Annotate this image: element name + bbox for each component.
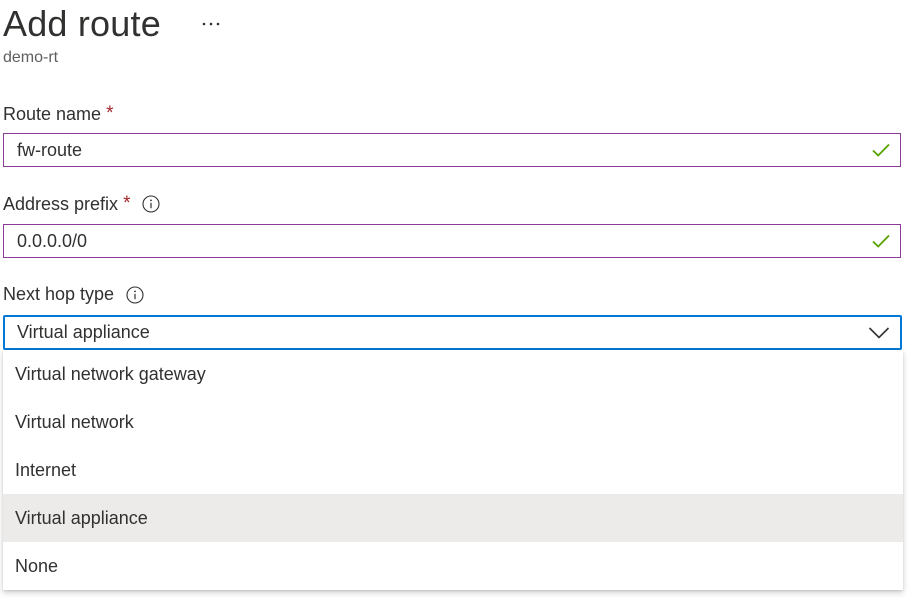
page-title: Add route — [3, 3, 161, 44]
option-virtual-appliance[interactable]: Virtual appliance — [3, 494, 903, 542]
info-icon[interactable] — [126, 285, 144, 304]
route-name-label-text: Route name — [3, 103, 102, 124]
route-name-field[interactable]: fw-route — [3, 133, 901, 167]
page-subtitle: demo-rt — [3, 49, 59, 66]
ellipsis-icon — [202, 22, 220, 26]
more-actions-button[interactable] — [197, 10, 225, 38]
checkmark-icon — [871, 231, 891, 251]
option-virtual-network-gateway[interactable]: Virtual network gateway — [3, 350, 903, 398]
required-indicator: * — [123, 193, 131, 214]
add-route-blade: Add route demo-rt Route name * fw-route … — [0, 0, 914, 603]
next-hop-type-dropdown[interactable]: Virtual appliance — [3, 315, 902, 350]
page-header: Add route — [3, 2, 225, 46]
required-indicator: * — [106, 103, 114, 124]
chevron-down-icon — [868, 326, 890, 340]
address-prefix-label-text: Address prefix — [3, 193, 119, 214]
checkmark-icon — [871, 140, 891, 160]
option-none[interactable]: None — [3, 542, 903, 590]
address-prefix-label: Address prefix * — [3, 193, 161, 215]
next-hop-type-label-text: Next hop type — [3, 284, 115, 304]
route-name-value[interactable]: fw-route — [4, 140, 871, 161]
address-prefix-value[interactable]: 0.0.0.0/0 — [4, 231, 871, 252]
option-virtual-network[interactable]: Virtual network — [3, 398, 903, 446]
address-prefix-field[interactable]: 0.0.0.0/0 — [3, 224, 901, 258]
next-hop-type-selected-value: Virtual appliance — [17, 322, 150, 342]
next-hop-type-label: Next hop type — [3, 284, 144, 305]
next-hop-type-options-list: Virtual network gateway Virtual network … — [3, 350, 903, 590]
info-icon[interactable] — [142, 195, 161, 213]
route-name-label: Route name * — [3, 103, 113, 125]
option-internet[interactable]: Internet — [3, 446, 903, 494]
